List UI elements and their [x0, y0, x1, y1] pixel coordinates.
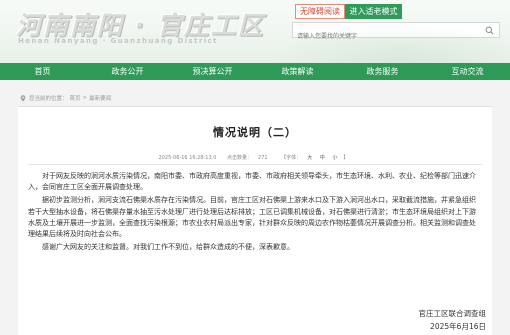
breadcrumb-home-link[interactable]: 首页: [70, 94, 81, 102]
search-box: [292, 22, 500, 44]
article-signature-block: 官庄工区联合调查组 2025年6月16日: [419, 307, 487, 333]
elder-mode-button[interactable]: 进入适老模式: [345, 4, 402, 19]
nav-gov-affairs-open[interactable]: 政务公开: [85, 63, 170, 80]
view-count-value: 271: [258, 155, 268, 161]
nav-budget-open[interactable]: 预决算公开: [170, 63, 255, 80]
font-size-medium-button[interactable]: 中: [320, 155, 325, 161]
article-paragraph: 对于网友反映的涧河水质污染情况，南阳市委、市政府高度重视，市委、市政府相关领导牵…: [28, 172, 476, 192]
article-body: 对于网友反映的涧河水质污染情况，南阳市委、市政府高度重视，市委、市政府相关领导牵…: [28, 171, 482, 255]
article-date: 2025-06-16 16:28:13.0: [158, 155, 217, 161]
nav-policy-interpretation[interactable]: 政策解读: [255, 63, 340, 80]
nav-gov-services[interactable]: 政务服务: [340, 63, 425, 80]
article-title: 情况说明（二）: [213, 126, 297, 139]
site-logo-subtitle: Henan Nanyang · Guanzhuang District: [18, 37, 218, 45]
font-size-label: 【字体：: [281, 155, 302, 161]
view-count: 点击数量： 271: [224, 155, 271, 161]
article-panel: 情况说明（二） 2025-06-16 16:28:13.0 点击数量： 271 【…: [18, 107, 492, 335]
accessibility-reading-button[interactable]: 无障碍阅读: [295, 4, 345, 19]
search-input[interactable]: [293, 29, 478, 44]
article-paragraph: 据初步监测分析，涧河支流石佛渠水质存在污染情况。目前，官庄工区对石佛渠上游来水口…: [28, 196, 476, 239]
main-nav: 首页 政务公开 预决算公开 政策解读 政务服务 互动交流: [0, 63, 510, 80]
nav-home[interactable]: 首页: [0, 63, 85, 80]
article-sign-date: 2025年6月16日: [430, 322, 486, 331]
breadcrumb-separator: >: [82, 95, 88, 101]
search-icon[interactable]: [485, 26, 494, 35]
font-size-end: 】: [343, 155, 349, 161]
article-divider: [28, 164, 482, 165]
article-signature: 官庄工区联合调查组: [418, 309, 487, 318]
breadcrumb-current[interactable]: 最新要闻: [89, 94, 111, 102]
view-count-label: 点击数量：: [227, 155, 253, 161]
article-meta: 2025-06-16 16:28:13.0 点击数量： 271 【字体： 大 中 小…: [18, 154, 492, 161]
location-pin-icon: [20, 94, 26, 102]
breadcrumb: 您当前的位置： 首页 > 最新要闻: [20, 92, 113, 104]
site-header: 河南南阳 · 官庄工区 Henan Nanyang · Guanzhuang D…: [0, 0, 510, 63]
font-size-large-button[interactable]: 大: [307, 155, 312, 161]
article-paragraph: 感谢广大网友的关注和监督。对我们工作不到位，给群众造成的不便，深表歉意。: [42, 243, 294, 252]
font-size-switcher: 【字体： 大 中 小】: [278, 155, 351, 161]
breadcrumb-prefix: 您当前的位置：: [29, 96, 68, 102]
font-size-small-button[interactable]: 小: [332, 155, 337, 161]
nav-interaction[interactable]: 互动交流: [425, 63, 510, 80]
